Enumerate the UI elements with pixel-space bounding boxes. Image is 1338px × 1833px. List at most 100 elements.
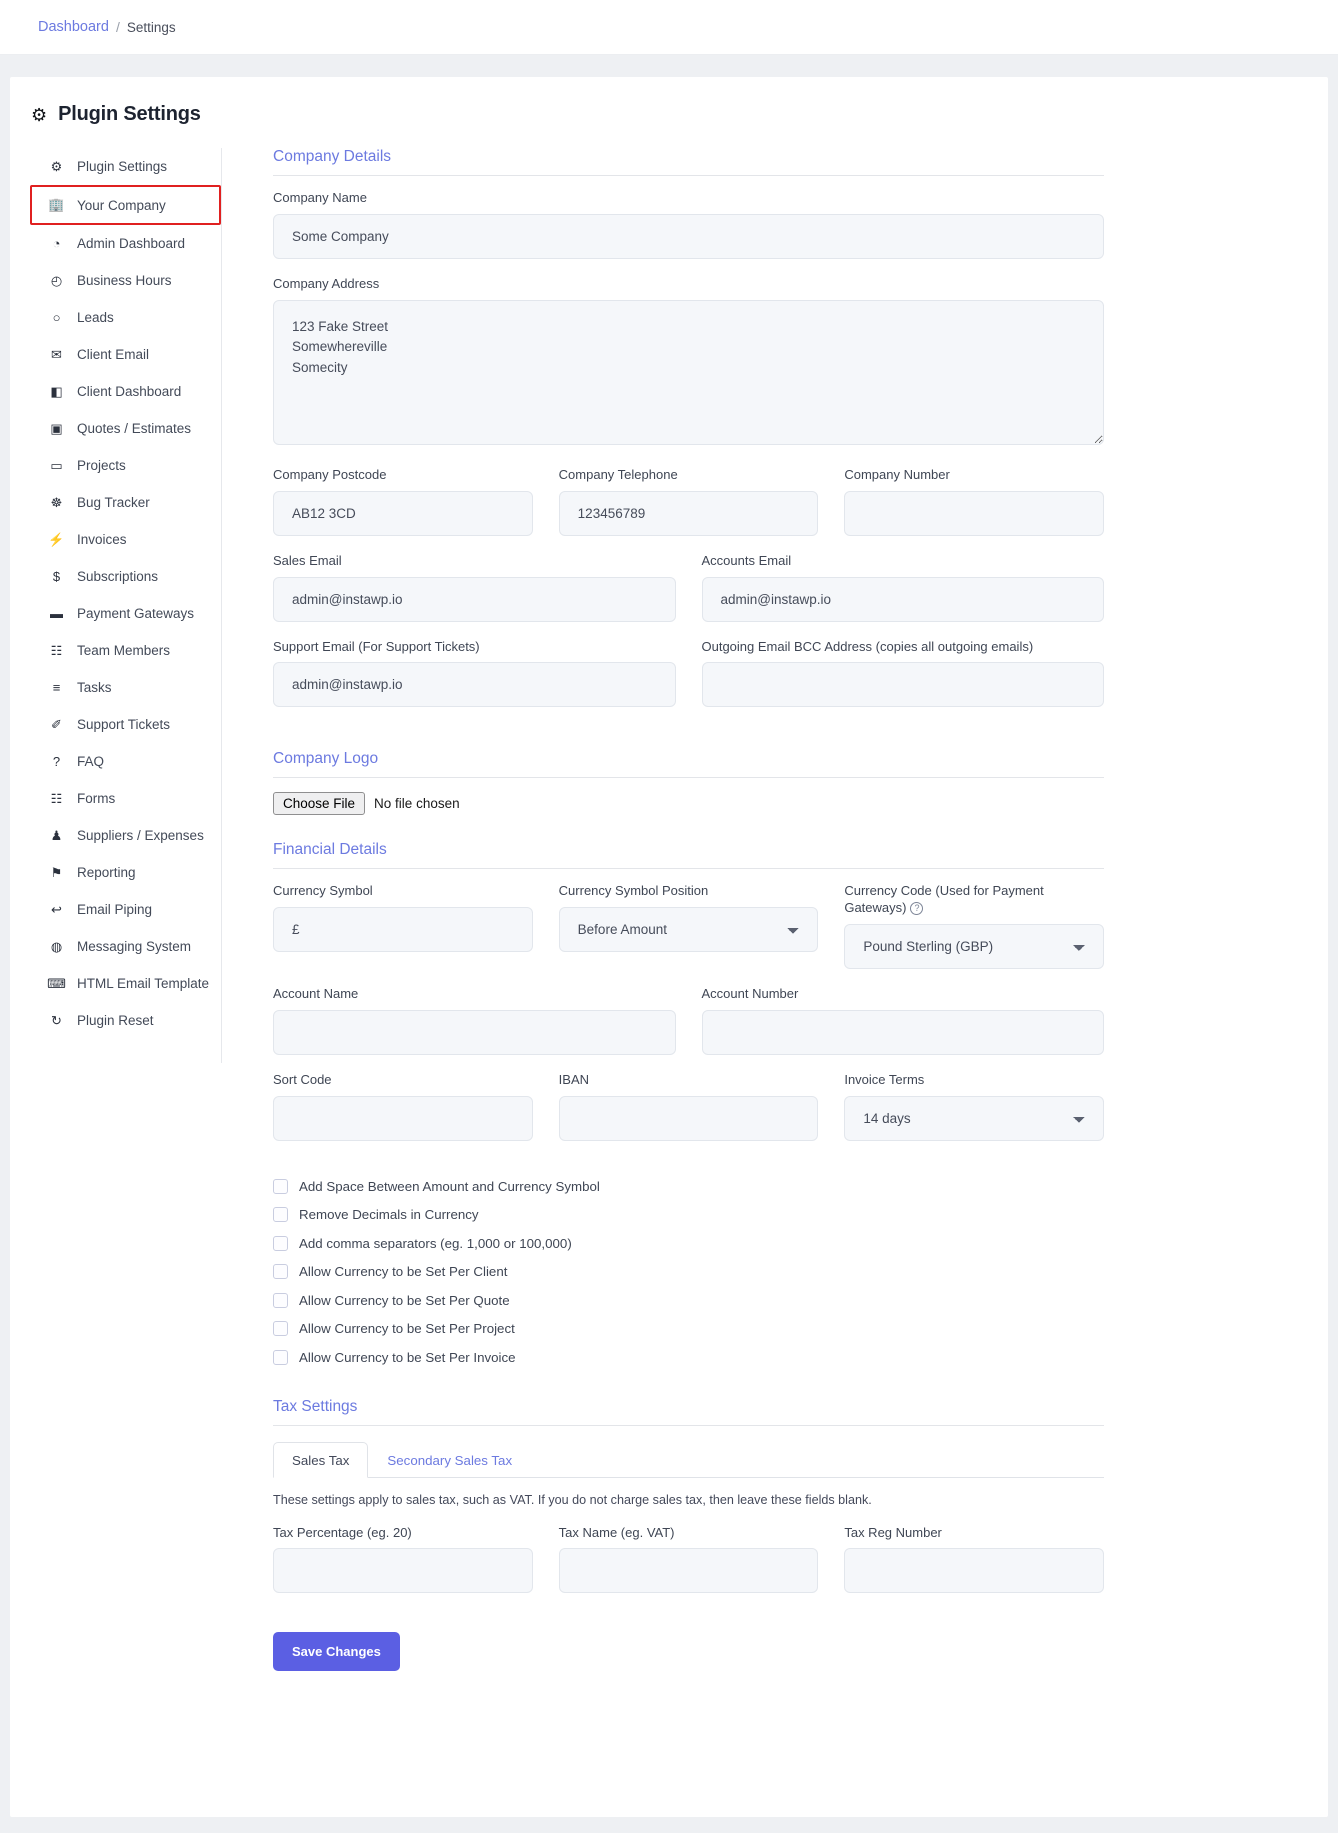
sidebar-item-suppliers-expenses[interactable]: ♟ Suppliers / Expenses (30, 817, 221, 854)
gears-icon: ⚙ (50, 158, 63, 174)
checkbox-label: Allow Currency to be Set Per Quote (299, 1292, 510, 1308)
save-changes-button[interactable]: Save Changes (273, 1632, 400, 1672)
sidebar-item-client-email[interactable]: ✉ Client Email (30, 336, 221, 373)
sidebar-item-plugin-reset[interactable]: ↻ Plugin Reset (30, 1002, 221, 1039)
accounts-email-input[interactable] (701, 576, 1104, 622)
sidebar-item-label: Invoices (77, 532, 127, 547)
checkbox-row[interactable]: Allow Currency to be Set Per Client (273, 1258, 1104, 1287)
company-logo-file-row: Choose File No file chosen (273, 792, 1104, 816)
question-circle-icon[interactable]: ? (910, 902, 924, 916)
checkbox-box[interactable] (273, 1178, 288, 1194)
checkbox-box[interactable] (273, 1321, 288, 1337)
sidebar-item-your-company[interactable]: 🏢 Your Company (30, 185, 221, 225)
company-address-label: Company Address (273, 275, 380, 291)
company-postcode-input[interactable] (273, 490, 533, 536)
sidebar-item-bug-tracker[interactable]: ☸ Bug Tracker (30, 484, 221, 521)
company-number-input[interactable] (844, 490, 1105, 536)
breadcrumb-dashboard-link[interactable]: Dashboard (38, 19, 109, 35)
choose-file-button[interactable]: Choose File (273, 792, 366, 816)
sidebar-item-faq[interactable]: ? FAQ (30, 743, 221, 780)
square-icon: ◧ (50, 383, 63, 399)
checkbox-box[interactable] (273, 1292, 288, 1308)
checkbox-box[interactable] (273, 1349, 288, 1365)
tax-percentage-field: Tax Percentage (eg. 20) (273, 1525, 533, 1594)
file-code-icon: ⌨ (47, 975, 66, 991)
tax-reg-number-field: Tax Reg Number (844, 1525, 1105, 1594)
accounts-email-field: Accounts Email (701, 552, 1104, 622)
checkbox-box[interactable] (273, 1264, 288, 1280)
sidebar-item-label: Subscriptions (77, 569, 159, 584)
company-address-textarea[interactable]: 123 Fake Street Somewhereville Somecity (273, 299, 1104, 445)
account-number-field: Account Number (701, 986, 1104, 1056)
question-circle-icon: ? (52, 754, 61, 769)
tax-reg-number-input[interactable] (844, 1548, 1105, 1594)
sidebar-item-invoices[interactable]: ⚡ Invoices (30, 521, 221, 558)
checkbox-row[interactable]: Allow Currency to be Set Per Invoice (273, 1343, 1104, 1372)
sidebar-item-subscriptions[interactable]: $ Subscriptions (30, 558, 221, 595)
outgoing-bcc-input[interactable] (701, 662, 1104, 708)
invoice-terms-select[interactable]: 14 days (844, 1096, 1105, 1142)
checkbox-label: Remove Decimals in Currency (299, 1207, 479, 1223)
sidebar-item-business-hours[interactable]: ◴ Business Hours (30, 262, 221, 299)
tax-settings-heading: Tax Settings (273, 1398, 1104, 1426)
currency-symbol-position-select[interactable]: Before Amount (558, 907, 819, 953)
breadcrumb-separator: / (115, 19, 120, 35)
sort-code-input[interactable] (273, 1096, 533, 1142)
account-number-input[interactable] (701, 1010, 1104, 1056)
checkbox-row[interactable]: Allow Currency to be Set Per Project (273, 1315, 1104, 1344)
sidebar-item-label: Email Piping (77, 902, 153, 917)
user-icon: ○ (52, 310, 61, 325)
sidebar-item-plugin-settings[interactable]: ⚙ Plugin Settings (30, 148, 221, 185)
iban-input[interactable] (558, 1096, 819, 1142)
checkbox-row[interactable]: Add comma separators (eg. 1,000 or 100,0… (273, 1229, 1104, 1258)
company-telephone-label: Company Telephone (558, 466, 678, 482)
account-name-input[interactable] (273, 1010, 676, 1056)
sales-email-input[interactable] (273, 576, 676, 622)
checkbox-box[interactable] (273, 1235, 288, 1251)
no-file-chosen-text: No file chosen (374, 796, 460, 812)
outgoing-bcc-label: Outgoing Email BCC Address (copies all o… (701, 638, 1034, 654)
currency-code-label-text: Currency Code (Used for Payment Gateways… (844, 883, 1044, 916)
checkbox-row[interactable]: Remove Decimals in Currency (273, 1201, 1104, 1230)
sidebar-item-tasks[interactable]: ≡ Tasks (30, 669, 221, 706)
tax-settings-tabs: Sales Tax Secondary Sales Tax (273, 1441, 1104, 1478)
company-details-heading: Company Details (273, 148, 1104, 176)
envelope-icon: ✉ (51, 346, 62, 362)
sidebar-item-messaging-system[interactable]: ◍ Messaging System (30, 928, 221, 965)
list-icon: ≡ (52, 680, 61, 695)
sidebar-item-admin-dashboard[interactable]: ◔ Admin Dashboard (30, 225, 221, 262)
checkbox-label: Add Space Between Amount and Currency Sy… (299, 1178, 600, 1194)
financial-details-heading: Financial Details (273, 841, 1104, 870)
sidebar-item-projects[interactable]: ▭ Projects (30, 447, 221, 484)
checkbox-label: Allow Currency to be Set Per Project (299, 1321, 515, 1337)
currency-symbol-input[interactable] (273, 907, 533, 953)
sidebar-item-client-dashboard[interactable]: ◧ Client Dashboard (30, 373, 221, 410)
sidebar-item-payment-gateways[interactable]: ▬ Payment Gateways (30, 595, 221, 632)
company-telephone-input[interactable] (558, 490, 819, 536)
tab-secondary-sales-tax[interactable]: Secondary Sales Tax (368, 1442, 531, 1478)
sidebar-item-support-tickets[interactable]: ✐ Support Tickets (30, 706, 221, 743)
sidebar-item-html-email-template[interactable]: ⌨ HTML Email Template (30, 965, 221, 1002)
company-name-input[interactable] (273, 213, 1104, 259)
support-email-input[interactable] (273, 662, 676, 708)
accounts-email-label: Accounts Email (701, 552, 792, 568)
tax-name-input[interactable] (558, 1548, 819, 1594)
checkbox-box[interactable] (273, 1207, 288, 1223)
sidebar-item-leads[interactable]: ○ Leads (30, 299, 221, 336)
checkbox-row[interactable]: Allow Currency to be Set Per Quote (273, 1286, 1104, 1315)
reply-all-icon: ↩ (51, 901, 62, 917)
email-row-two: Support Email (For Support Tickets) Outg… (273, 639, 1104, 725)
checkbox-row[interactable]: Add Space Between Amount and Currency Sy… (273, 1172, 1104, 1201)
sidebar-item-email-piping[interactable]: ↩ Email Piping (30, 891, 221, 928)
sidebar-item-team-members[interactable]: ☷ Team Members (30, 632, 221, 669)
sidebar-item-label: Reporting (77, 865, 136, 880)
bank-row: Sort Code IBAN Invoice Terms 14 days (273, 1072, 1105, 1158)
tax-percentage-input[interactable] (273, 1548, 533, 1594)
sidebar-item-label: Business Hours (77, 273, 172, 288)
tab-sales-tax[interactable]: Sales Tax (273, 1441, 369, 1478)
sidebar-item-quotes-estimates[interactable]: ▣ Quotes / Estimates (30, 410, 221, 447)
currency-code-select[interactable]: Pound Sterling (GBP) (844, 924, 1105, 970)
person-icon: ♟ (50, 827, 63, 843)
sidebar-item-reporting[interactable]: ⚑ Reporting (30, 854, 221, 891)
sidebar-item-forms[interactable]: ☷ Forms (30, 780, 221, 817)
